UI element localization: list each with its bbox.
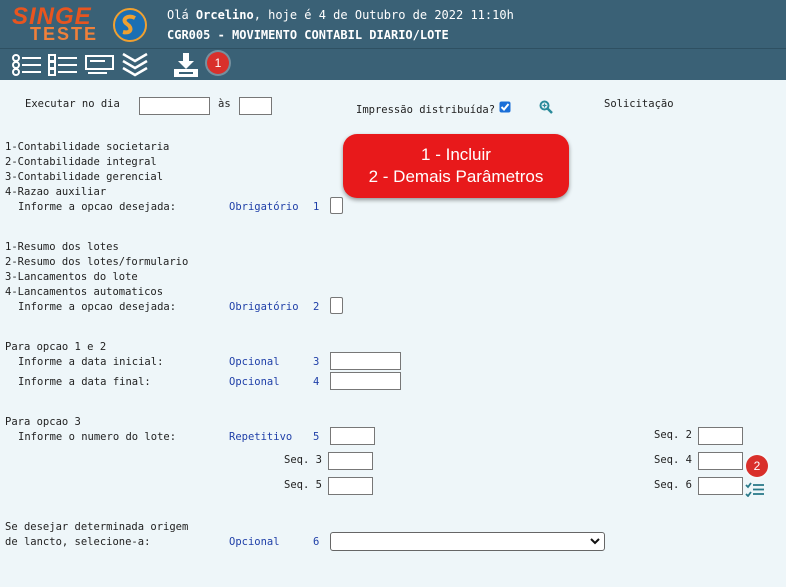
obrigatorio-tag-2: Obrigatório <box>229 301 299 313</box>
callout-line-1: 1 - Incluir <box>421 145 491 164</box>
opcao-1-input[interactable] <box>330 197 343 214</box>
para-opcao-3-label: Para opcao 3 <box>5 416 81 428</box>
opcao-2-input[interactable] <box>330 297 343 314</box>
data-final-input[interactable] <box>330 372 401 390</box>
step-badge-2: 2 <box>746 455 768 477</box>
data-inicial-label: Informe a data inicial: <box>18 356 164 368</box>
impressao-checkbox[interactable] <box>499 101 511 116</box>
form-card-icon[interactable] <box>85 54 115 79</box>
solicitacao-label: Solicitação <box>604 98 674 110</box>
para-opcao-12-label: Para opcao 1 e 2 <box>5 341 107 353</box>
checklist-select-icon[interactable] <box>745 482 765 500</box>
list-icon[interactable] <box>12 54 42 79</box>
lote-seq-4-input[interactable] <box>698 452 743 470</box>
origem-label-2: de lancto, selecione-a: <box>5 536 151 548</box>
numero-lote-label: Informe o numero do lote: <box>18 431 177 443</box>
lote-seq-3-input[interactable] <box>328 452 373 470</box>
data-final-label: Informe a data final: <box>18 376 151 388</box>
executar-label: Executar no dia <box>25 98 120 110</box>
seq-2-label: Seq. 2 <box>654 429 692 441</box>
param-number-4: 4 <box>313 376 320 388</box>
greeting-suffix: , hoje é 4 de Outubro de 2022 11:10h <box>253 8 514 22</box>
repetitivo-tag: Repetitivo <box>229 431 293 443</box>
option-item: 3-Contabilidade gerencial <box>5 171 164 183</box>
as-label: às <box>218 98 231 110</box>
option-item: 2-Contabilidade integral <box>5 156 157 168</box>
lote-seq-6-input[interactable] <box>698 477 743 495</box>
logo-text-bottom: TESTE <box>30 24 99 44</box>
greeting-prefix: Olá <box>167 8 196 22</box>
lote-seq-2-input[interactable] <box>698 427 743 445</box>
option-item: 2-Resumo dos lotes/formulario <box>5 256 189 268</box>
callout-line-2: 2 - Demais Parâmetros <box>368 167 544 186</box>
download-tray-icon[interactable] <box>173 52 199 81</box>
param-number-5: 5 <box>313 431 320 443</box>
param-number-3: 3 <box>313 356 320 368</box>
option-item: 1-Contabilidade societaria <box>5 141 170 153</box>
opcional-tag-4: Opcional <box>229 376 280 388</box>
logo-emblem-icon <box>113 8 147 42</box>
instruction-callout: 1 - Incluir 2 - Demais Parâmetros <box>343 134 569 198</box>
user-name: Orcelino <box>195 8 254 22</box>
option-item: 4-Razao auxiliar <box>5 186 107 198</box>
param-number-1: 1 <box>313 201 320 213</box>
opcional-tag-6: Opcional <box>229 536 280 548</box>
data-inicial-input[interactable] <box>330 352 401 370</box>
origem-label-1: Se desejar determinada origem <box>5 521 189 533</box>
opcional-tag-3: Opcional <box>229 356 280 368</box>
executar-time-input[interactable] <box>239 97 272 115</box>
chevron-down-icon <box>590 536 600 549</box>
informe-opcao-label-1: Informe a opcao desejada: <box>18 201 177 213</box>
search-zoom-icon[interactable] <box>539 100 553 117</box>
option-item: 1-Resumo dos lotes <box>5 241 119 253</box>
chevrons-down-icon[interactable] <box>121 52 149 81</box>
lote-seq-1-input[interactable] <box>330 427 375 445</box>
option-item: 3-Lancamentos do lote <box>5 271 138 283</box>
screen-title: CGR005 - MOVIMENTO CONTABIL DIARIO/LOTE <box>167 28 449 42</box>
option-item: 4-Lancamentos automaticos <box>5 286 164 298</box>
seq-3-label: Seq. 3 <box>284 454 322 466</box>
greeting-line: Olá Orcelino, hoje é 4 de Outubro de 202… <box>167 8 514 22</box>
obrigatorio-tag-1: Obrigatório <box>229 201 299 213</box>
seq-5-label: Seq. 5 <box>284 479 322 491</box>
origem-select[interactable] <box>330 532 605 551</box>
seq-4-label: Seq. 4 <box>654 454 692 466</box>
step-badge-1: 1 <box>207 52 229 74</box>
toolbar <box>0 48 786 80</box>
seq-6-label: Seq. 6 <box>654 479 692 491</box>
executar-date-input[interactable] <box>139 97 210 115</box>
param-number-2: 2 <box>313 301 320 313</box>
informe-opcao-label-2: Informe a opcao desejada: <box>18 301 177 313</box>
impressao-label: Impressão distribuída? <box>356 104 496 116</box>
lote-seq-5-input[interactable] <box>328 477 373 495</box>
param-number-6: 6 <box>313 536 320 548</box>
checklist-icon[interactable] <box>48 54 78 79</box>
